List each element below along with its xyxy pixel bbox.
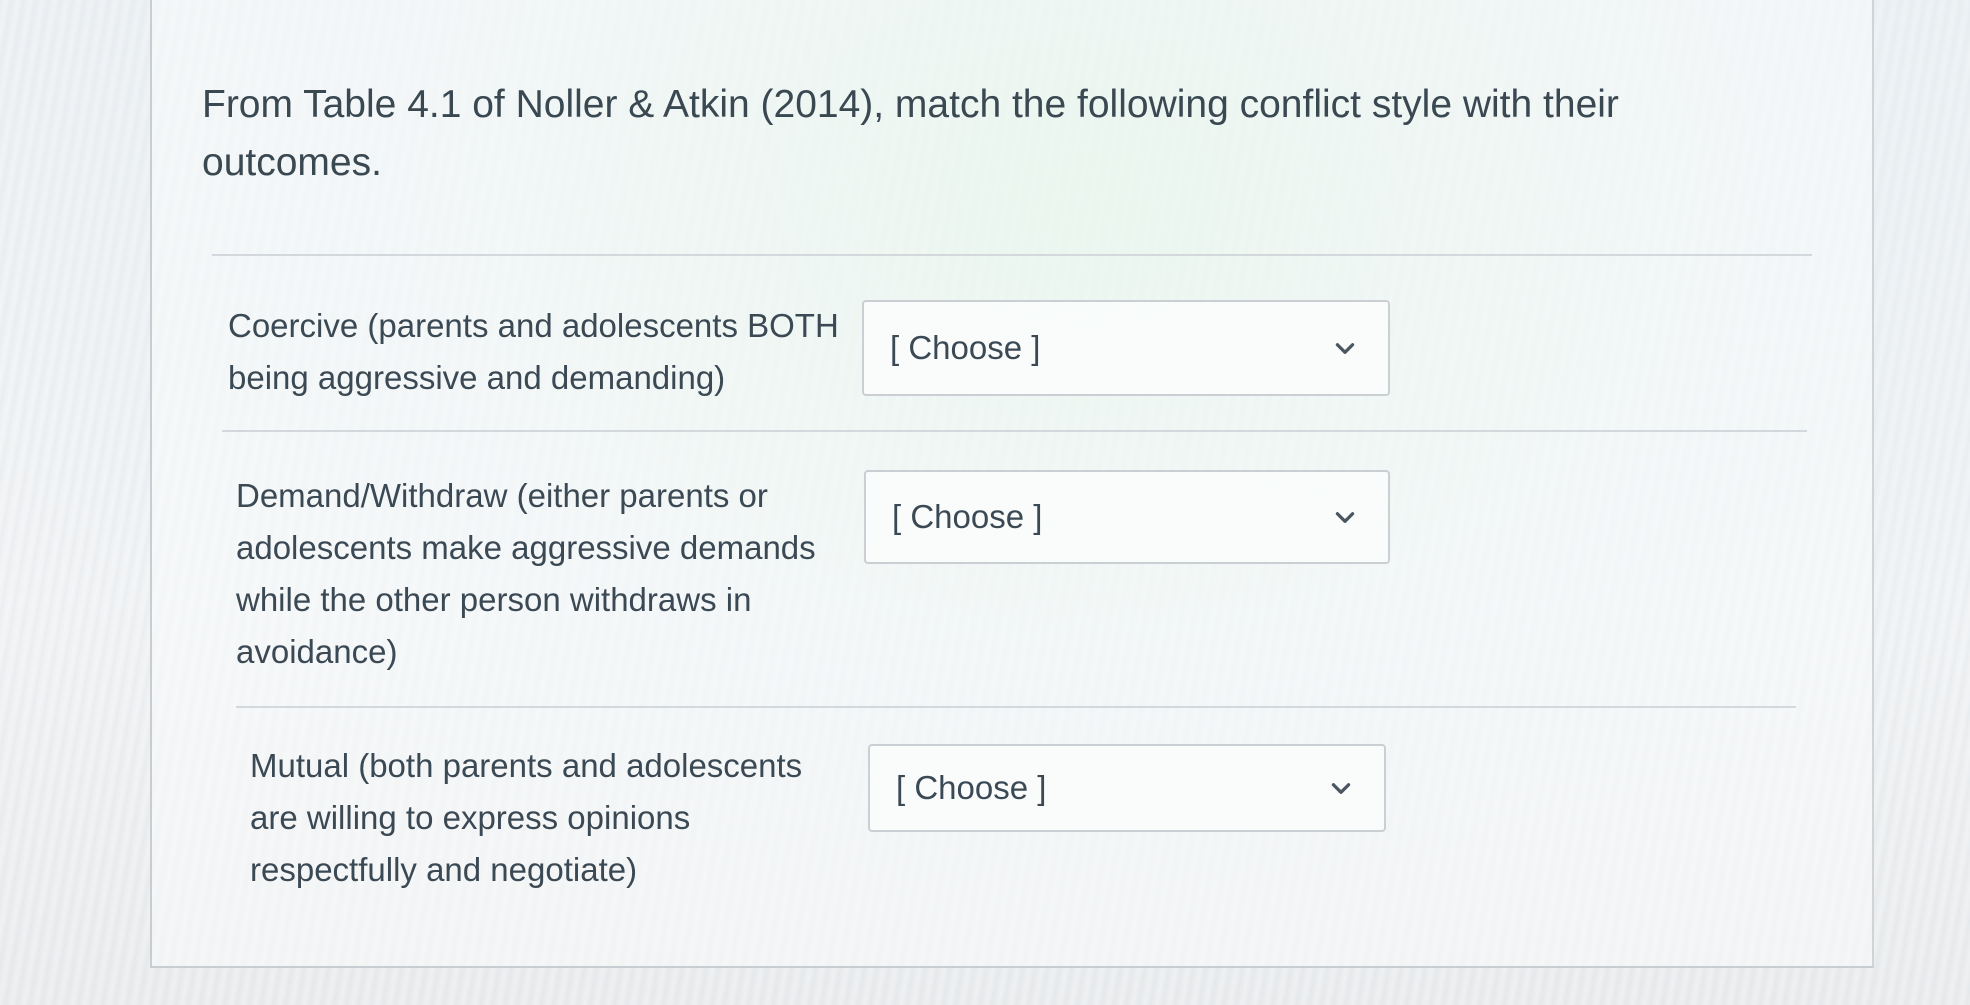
divider-top xyxy=(212,254,1812,256)
match-label-coercive: Coercive (parents and adolescents BOTH b… xyxy=(228,307,839,396)
question-card: From Table 4.1 of Noller & Atkin (2014),… xyxy=(150,0,1874,968)
question-text: From Table 4.1 of Noller & Atkin (2014),… xyxy=(202,83,1619,184)
divider-row-2 xyxy=(236,706,1796,708)
match-label-demand-withdraw: Demand/Withdraw (either parents or adole… xyxy=(236,477,816,670)
select-value: [ Choose ] xyxy=(890,329,1041,366)
chevron-down-icon xyxy=(1335,343,1355,354)
select-value: [ Choose ] xyxy=(892,498,1043,535)
select-value: [ Choose ] xyxy=(896,769,1047,806)
divider-row-1 xyxy=(222,430,1807,432)
match-select-coercive[interactable]: [ Choose ] xyxy=(862,300,1390,396)
chevron-down-icon xyxy=(1331,783,1351,794)
chevron-down-icon xyxy=(1335,512,1355,523)
match-label-mutual: Mutual (both parents and adolescents are… xyxy=(250,747,803,888)
match-select-mutual[interactable]: [ Choose ] xyxy=(868,744,1386,832)
match-select-demand-withdraw[interactable]: [ Choose ] xyxy=(864,470,1390,564)
